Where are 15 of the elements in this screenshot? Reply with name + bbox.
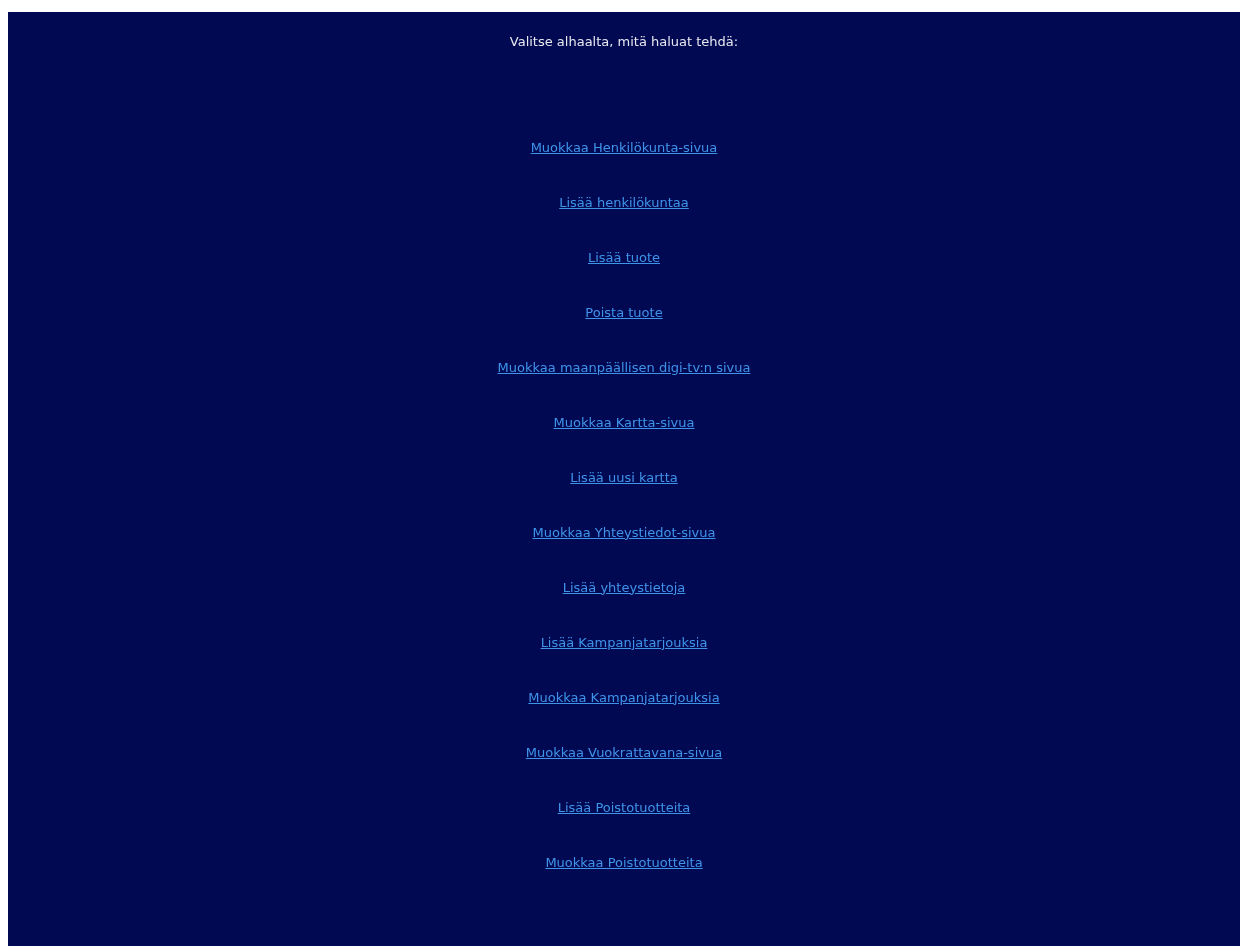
menu-link[interactable]: Poista tuote — [585, 302, 663, 322]
menu-link[interactable]: Muokkaa maanpäällisen digi-tv:n sivua — [497, 357, 751, 377]
menu-link[interactable]: Lisää Kampanjatarjouksia — [540, 632, 708, 652]
menu-link[interactable]: Muokkaa Yhteystiedot-sivua — [532, 522, 716, 542]
menu-link[interactable]: Lisää uusi kartta — [570, 467, 678, 487]
menu-link[interactable]: Lisää tuote — [587, 247, 661, 267]
menu-link[interactable]: Muokkaa Henkilökunta-sivua — [530, 137, 718, 157]
menu-link[interactable]: Muokkaa Vuokrattavana-sivua — [525, 742, 723, 762]
menu-link[interactable]: Lisää yhteystietoja — [562, 577, 686, 597]
menu-link[interactable]: Lisää Poistotuotteita — [557, 797, 691, 817]
instruction-text: Valitse alhaalta, mitä haluat tehdä: — [509, 33, 739, 51]
menu-link[interactable]: Lisää henkilökuntaa — [559, 192, 689, 212]
menu-link[interactable]: Muokkaa Kampanjatarjouksia — [528, 687, 720, 707]
menu-link[interactable]: Muokkaa Kartta-sivua — [553, 412, 695, 432]
menu-link[interactable]: Muokkaa Poistotuotteita — [545, 852, 703, 872]
